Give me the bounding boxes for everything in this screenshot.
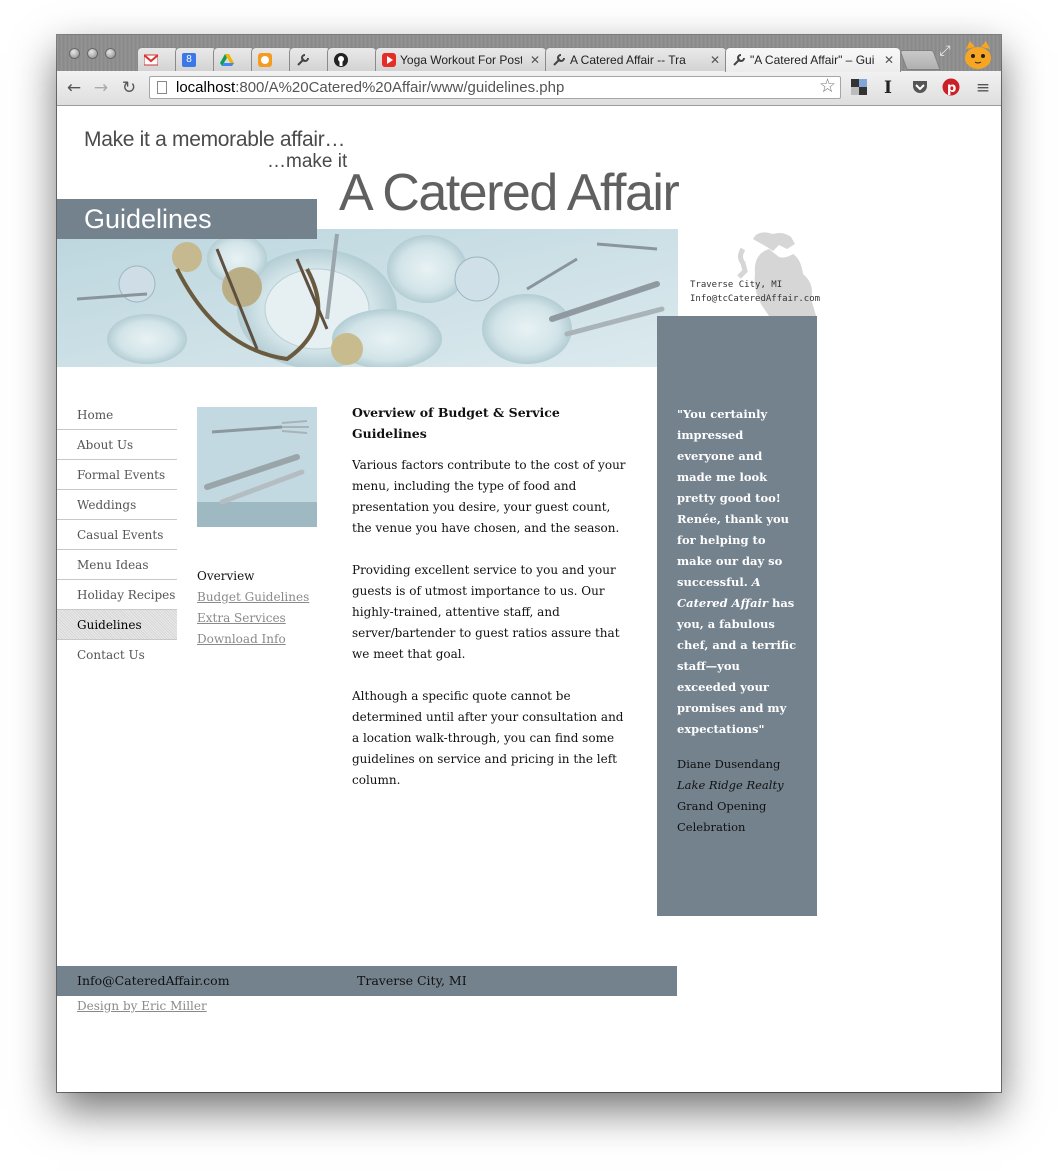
header-city: Traverse City, MI <box>690 280 783 290</box>
web-page: Make it a memorable affair… …make it A C… <box>57 106 1001 1092</box>
nav-item-casual-events[interactable]: Casual Events <box>57 520 177 550</box>
site-logo-text[interactable]: A Catered Affair <box>339 163 680 223</box>
nav-item-guidelines[interactable]: Guidelines <box>57 610 177 640</box>
menu-icon[interactable]: ≡ <box>973 78 993 98</box>
footer-email[interactable]: Info@CateredAffair.com <box>77 973 230 988</box>
wrench-icon <box>732 53 746 67</box>
orange-app-icon <box>258 52 272 67</box>
testimonial-event: Grand Opening Celebration <box>677 799 767 834</box>
tab-label: "A Catered Affair" – Gui <box>750 53 875 67</box>
guidelines-subnav: Overview Budget Guidelines Extra Service… <box>197 566 309 650</box>
nav-item-contact-us[interactable]: Contact Us <box>57 640 177 670</box>
tab-calendar[interactable]: 8 <box>175 47 217 71</box>
tab-drive[interactable] <box>213 47 255 71</box>
cat-avatar-icon[interactable] <box>962 39 994 71</box>
reload-icon[interactable]: ↻ <box>119 78 139 98</box>
page-title: Guidelines <box>84 204 212 234</box>
page-icon <box>157 81 167 94</box>
svg-text:p: p <box>947 81 956 96</box>
nav-item-formal-events[interactable]: Formal Events <box>57 460 177 490</box>
tab-label: Yoga Workout For Post <box>400 52 522 67</box>
tab-github[interactable] <box>327 47 377 71</box>
zoom-window-button[interactable] <box>105 48 116 59</box>
close-window-button[interactable] <box>69 48 80 59</box>
design-credit-link[interactable]: Design by Eric Miller <box>77 999 207 1013</box>
subnav-current-overview: Overview <box>197 569 255 583</box>
extension-grid-icon[interactable] <box>849 78 869 98</box>
tab-orange-app[interactable] <box>251 47 293 71</box>
github-icon <box>334 52 348 67</box>
browser-window: 8 Yoga Workout For Post ✕ A Catered Affa… <box>57 35 1001 1092</box>
browser-toolbar: ← → ↻ localhost:800/A%20Catered%20Affair… <box>57 71 1001 106</box>
subnav-link-download-info[interactable]: Download Info <box>197 629 309 650</box>
nav-item-holiday-recipes[interactable]: Holiday Recipes <box>57 580 177 610</box>
main-navigation: Home About Us Formal Events Weddings Cas… <box>57 400 177 670</box>
back-icon[interactable]: ← <box>64 78 84 98</box>
header-contact: Traverse City, MI Info@tcCateredAffair.c… <box>690 278 820 306</box>
tab-catered-affair-active[interactable]: "A Catered Affair" – Gui ✕ <box>725 47 901 72</box>
pocket-icon[interactable] <box>910 78 930 98</box>
footer-bar: Info@CateredAffair.com Traverse City, MI <box>57 966 677 996</box>
testimonial-attribution: Diane Dusendang Lake Ridge Realty Grand … <box>677 754 799 838</box>
address-bar[interactable]: localhost:800/A%20Catered%20Affair/www/g… <box>149 76 841 99</box>
bookmark-star-icon[interactable]: ☆ <box>819 76 836 97</box>
content-paragraph: Although a specific quote cannot be dete… <box>352 689 624 787</box>
cutlery-thumbnail-image <box>197 407 317 527</box>
pinterest-icon[interactable]: p <box>941 78 961 98</box>
url-path: :800/A%20Catered%20Affair/www/guidelines… <box>235 79 565 96</box>
tab-yoga[interactable]: Yoga Workout For Post ✕ <box>375 47 547 71</box>
company-name: Lake Ridge Realty <box>677 778 784 792</box>
close-tab-icon[interactable]: ✕ <box>710 53 720 67</box>
tab-wrench[interactable] <box>289 47 331 71</box>
nav-item-home[interactable]: Home <box>57 400 177 430</box>
tab-catered-affair-1[interactable]: A Catered Affair -- Tra ✕ <box>545 47 727 71</box>
nav-item-about-us[interactable]: About Us <box>57 430 177 460</box>
subnav-link-extra-services[interactable]: Extra Services <box>197 608 309 629</box>
calendar-icon: 8 <box>182 52 196 67</box>
gmail-icon <box>143 53 159 67</box>
tagline-line-2: …make it <box>267 151 348 172</box>
close-tab-icon[interactable]: ✕ <box>884 53 894 67</box>
quote-text-part-2: has you, a fabulous chef, and a terrific… <box>677 596 797 736</box>
forward-icon[interactable]: → <box>91 78 111 98</box>
close-tab-icon[interactable]: ✕ <box>530 53 540 67</box>
nav-item-menu-ideas[interactable]: Menu Ideas <box>57 550 177 580</box>
tab-gmail[interactable] <box>137 47 179 71</box>
content-paragraph: Providing excellent service to you and y… <box>352 563 620 661</box>
nav-item-weddings[interactable]: Weddings <box>57 490 177 520</box>
header-email[interactable]: Info@tcCateredAffair.com <box>690 292 820 306</box>
page-title-bar: Guidelines <box>57 199 317 239</box>
subnav-link-budget-guidelines[interactable]: Budget Guidelines <box>197 587 309 608</box>
testimonial-panel: "You certainly impressed everyone and ma… <box>657 316 817 916</box>
tab-label: A Catered Affair -- Tra <box>570 52 686 67</box>
drive-icon <box>220 53 234 67</box>
tagline-line-1: Make it a memorable affair… <box>84 128 346 151</box>
hero-table-setting-image <box>57 229 678 367</box>
wrench-icon <box>296 53 310 67</box>
content-paragraph: Various factors contribute to the cost o… <box>352 458 626 535</box>
minimize-window-button[interactable] <box>87 48 98 59</box>
wrench-icon <box>552 53 566 67</box>
quote-text-part-1: "You certainly impressed everyone and ma… <box>677 407 790 589</box>
instapaper-icon[interactable]: I <box>878 78 898 98</box>
url-host: localhost <box>176 79 236 96</box>
testimonial-author: Diane Dusendang <box>677 757 781 771</box>
content-heading: Overview of Budget & Service Guidelines <box>352 405 560 441</box>
footer-city: Traverse City, MI <box>357 973 467 988</box>
testimonial-quote: "You certainly impressed everyone and ma… <box>677 404 799 740</box>
fullscreen-icon[interactable]: ⤢ <box>935 41 955 61</box>
testimonial-company: Lake Ridge Realty <box>677 775 799 796</box>
main-content: Overview of Budget & Service Guidelines … <box>352 402 627 812</box>
tab-strip: 8 Yoga Workout For Post ✕ A Catered Affa… <box>57 35 1001 72</box>
youtube-icon <box>382 52 396 67</box>
